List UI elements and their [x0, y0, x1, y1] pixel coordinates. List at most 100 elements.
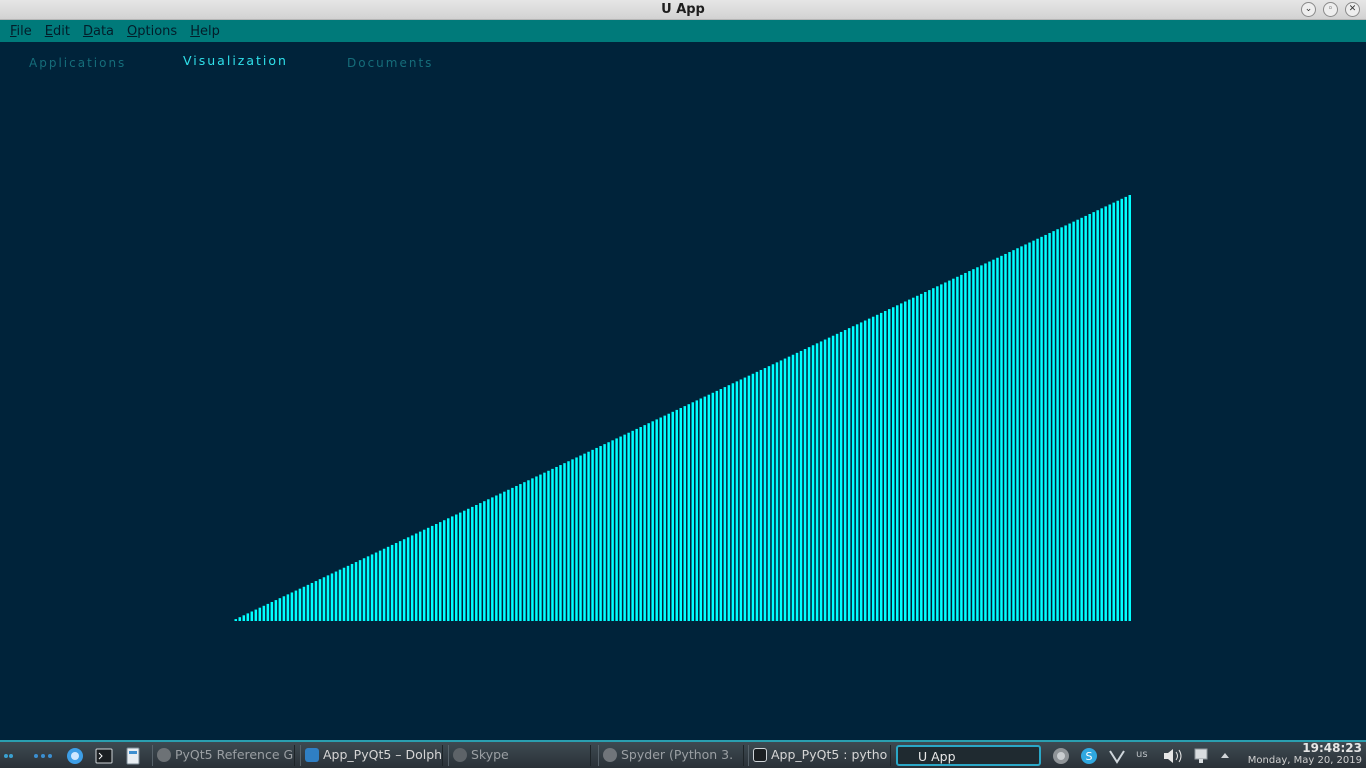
terminal-icon — [753, 748, 767, 762]
chart-bar — [751, 373, 755, 621]
chart-bar — [859, 322, 863, 621]
chart-bar — [467, 508, 470, 621]
chart-bar — [487, 499, 490, 621]
chart-bar — [334, 571, 338, 621]
chart-bar — [647, 423, 650, 621]
task-skype[interactable]: Skype — [448, 745, 591, 766]
chart-bar — [831, 335, 835, 621]
chart-bar — [1104, 206, 1107, 621]
chart-bar — [871, 316, 875, 621]
chart-bar — [703, 396, 707, 621]
chart-bar — [1124, 196, 1127, 621]
chart-bar — [964, 272, 967, 621]
file-manager-icon[interactable] — [124, 747, 142, 765]
chart-bar — [835, 333, 839, 621]
chart-bar — [851, 326, 855, 621]
chart-bar — [980, 265, 983, 621]
vpn-icon[interactable] — [1108, 747, 1126, 765]
chart-bar — [455, 514, 458, 621]
terminal-icon[interactable] — [95, 747, 113, 765]
chart-bar — [1052, 231, 1055, 621]
chart-bar — [908, 299, 911, 621]
keyboard-layout[interactable]: us — [1136, 749, 1148, 760]
clock[interactable]: 19:48:23 Monday, May 20, 2019 — [1248, 742, 1362, 767]
chart-bar — [394, 543, 398, 621]
chart-bar — [904, 301, 907, 621]
menu-help[interactable]: Help — [190, 24, 220, 39]
chart-bar — [879, 312, 883, 621]
chart-bar — [747, 375, 751, 621]
chart-bar — [519, 484, 522, 621]
chart-bar — [1016, 248, 1019, 621]
chart-bar — [1000, 255, 1003, 622]
close-button[interactable]: ✕ — [1345, 2, 1360, 17]
chart-bar — [491, 497, 494, 621]
task-label: PyQt5 Reference G — [175, 747, 294, 762]
volume-icon[interactable] — [1162, 747, 1184, 765]
chart-bar — [567, 461, 570, 621]
chart-bar — [515, 485, 518, 621]
chart-bar — [495, 495, 498, 621]
chart-bar — [924, 291, 927, 621]
panel-handle-icon[interactable] — [2, 747, 14, 765]
chart-bar — [459, 512, 462, 621]
chart-bar — [414, 533, 418, 621]
clock-date: Monday, May 20, 2019 — [1247, 755, 1362, 766]
chart-bar — [318, 579, 322, 621]
chart-bar — [527, 480, 530, 621]
system-update-icon[interactable] — [1051, 746, 1071, 766]
task-label: App_PyQt5 : pytho — [771, 747, 888, 762]
chart-bar — [374, 552, 378, 621]
task-pyqt5-reference[interactable]: PyQt5 Reference G — [152, 745, 295, 766]
skype-tray-icon[interactable]: S — [1080, 747, 1098, 765]
task-dolphin[interactable]: App_PyQt5 – Dolph — [300, 745, 443, 766]
network-icon[interactable] — [1192, 747, 1210, 765]
chart-bar — [406, 537, 410, 621]
menu-data[interactable]: Data — [83, 24, 114, 39]
chart-bar — [1120, 198, 1123, 622]
chart-bar — [659, 417, 662, 621]
chart-bar — [274, 600, 278, 621]
chart-bar — [811, 345, 815, 621]
chart-bar — [390, 544, 394, 621]
chart-bar — [635, 428, 638, 621]
chart-bar — [787, 356, 791, 621]
tray-expand-icon[interactable] — [1219, 747, 1231, 765]
chart-bar — [290, 592, 294, 621]
chart-bar — [463, 510, 466, 621]
minimize-button[interactable]: ⌄ — [1301, 2, 1316, 17]
chart-bar — [759, 369, 763, 621]
chart-bar — [916, 295, 919, 621]
chart-bar — [583, 453, 586, 621]
chart-bar — [591, 449, 594, 621]
chart-bar — [775, 362, 779, 621]
task-label: Spyder (Python 3. — [621, 747, 734, 762]
menu-options[interactable]: Options — [127, 24, 177, 39]
chart-bar — [847, 328, 851, 622]
chart-bar — [575, 457, 578, 621]
chart-bar — [1044, 234, 1047, 621]
chart-bar — [358, 560, 362, 621]
application-launcher-icon[interactable] — [65, 746, 85, 766]
chart-bar — [1024, 244, 1027, 621]
clock-time: 19:48:23 — [1302, 741, 1362, 755]
chevron-down-icon: ⌄ — [1304, 4, 1313, 14]
task-spyder[interactable]: Spyder (Python 3. — [598, 745, 744, 766]
chart-bar — [346, 565, 350, 621]
chart-bar — [559, 465, 562, 621]
menu-file[interactable]: File — [10, 24, 32, 39]
menu-edit[interactable]: Edit — [45, 24, 70, 39]
chart-bar — [314, 581, 318, 621]
maximize-button[interactable]: ◦ — [1323, 2, 1338, 17]
chart-bar — [623, 434, 626, 622]
chart-bar — [783, 358, 787, 621]
chart-bar — [687, 404, 691, 621]
chart-bar — [1020, 246, 1023, 621]
task-u-app[interactable]: U App — [896, 745, 1041, 766]
chart-bar — [507, 489, 510, 621]
window-titlebar[interactable]: U App ⌄ ◦ ✕ — [0, 0, 1366, 20]
dots-icon[interactable] — [32, 747, 54, 765]
chart-bar — [691, 402, 695, 621]
spyder-icon — [603, 748, 617, 762]
task-terminal[interactable]: App_PyQt5 : pytho — [748, 745, 891, 766]
